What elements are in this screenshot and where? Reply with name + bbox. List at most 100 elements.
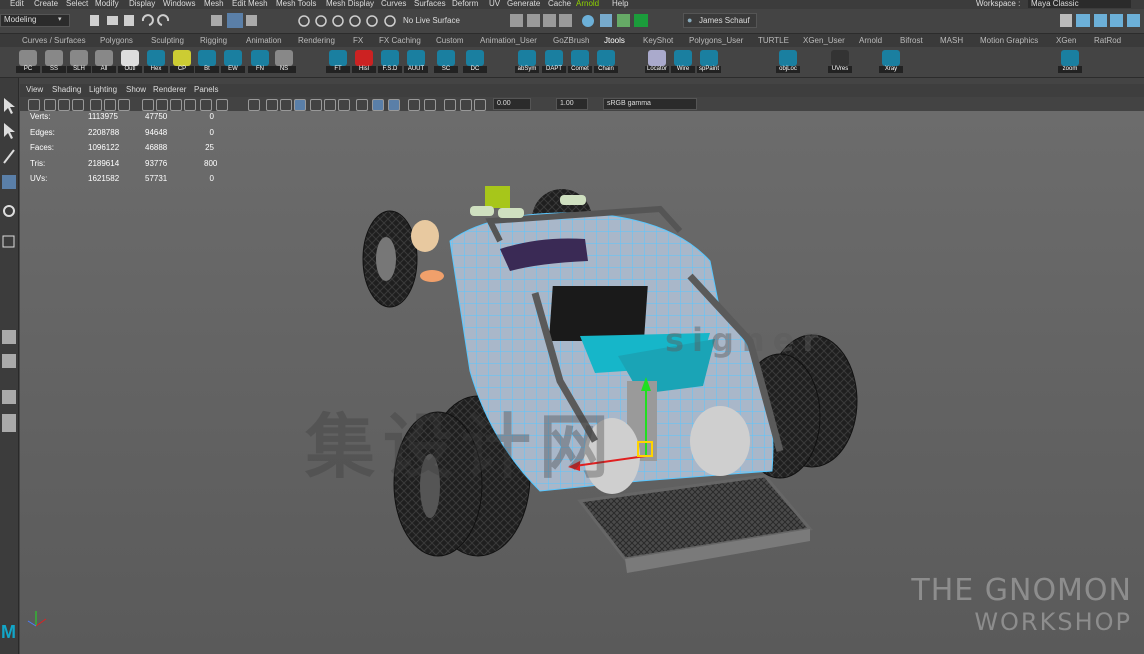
shelf-button-fn[interactable] [251, 50, 269, 66]
menu-display[interactable]: Display [129, 0, 155, 8]
viewport-toolbar-icon[interactable] [372, 99, 384, 111]
viewport-toolbar-icon[interactable] [156, 99, 168, 111]
shelf-button-bt[interactable] [198, 50, 216, 66]
viewport-toolbar-icon[interactable] [44, 99, 56, 111]
shelf-button-fsd[interactable] [381, 50, 399, 66]
shelf-button-wire[interactable] [674, 50, 692, 66]
panel-menu-shading[interactable]: Shading [52, 85, 81, 94]
viewport-toolbar-icon[interactable] [324, 99, 336, 111]
tab-xgen[interactable]: XGen [1056, 36, 1076, 45]
shelf-button-hex[interactable] [147, 50, 165, 66]
shelf-button-chain[interactable] [597, 50, 615, 66]
shelf-button-ew[interactable] [224, 50, 242, 66]
user-account-button[interactable]: ● James Schauf [683, 13, 757, 28]
tab-fx-caching[interactable]: FX Caching [379, 36, 421, 45]
tab-custom[interactable]: Custom [436, 36, 464, 45]
shelf-button-slh[interactable] [70, 50, 88, 66]
viewport-toolbar-icon[interactable] [408, 99, 420, 111]
shelf-button-ns[interactable] [275, 50, 293, 66]
viewport-toolbar-icon[interactable] [72, 99, 84, 111]
menu-surfaces[interactable]: Surfaces [414, 0, 446, 8]
shelf-button-ft[interactable] [329, 50, 347, 66]
workspace-dropdown[interactable]: Maya Classic [1028, 0, 1131, 8]
menu-windows[interactable]: Windows [163, 0, 195, 8]
tab-fx[interactable]: FX [353, 36, 363, 45]
tab-polygons[interactable]: Polygons [100, 36, 133, 45]
tab-mash[interactable]: MASH [940, 36, 963, 45]
viewport-toolbar-icon[interactable] [266, 99, 278, 111]
tab-animation[interactable]: Animation [246, 36, 282, 45]
shelf-button-pc[interactable] [19, 50, 37, 66]
menu-mesh-tools[interactable]: Mesh Tools [276, 0, 316, 8]
viewport-toolbar-icon[interactable] [200, 99, 212, 111]
viewport-toolbar-icon[interactable] [58, 99, 70, 111]
menu-cache[interactable]: Cache [548, 0, 571, 8]
panel-menu-panels[interactable]: Panels [194, 85, 218, 94]
viewport-toolbar-icon[interactable] [280, 99, 292, 111]
viewport-toolbar-icon[interactable] [474, 99, 486, 111]
menu-mesh[interactable]: Mesh [204, 0, 224, 8]
menu-edit-mesh[interactable]: Edit Mesh [232, 0, 268, 8]
menu-deform[interactable]: Deform [452, 0, 478, 8]
tab-polygons-user[interactable]: Polygons_User [689, 36, 743, 45]
shelf-button-uvres[interactable] [831, 50, 849, 66]
shelf-button-hisl[interactable] [355, 50, 373, 66]
shelf-button-locator[interactable] [648, 50, 666, 66]
shelf-button-sc[interactable] [437, 50, 455, 66]
viewport-toolbar-icon[interactable] [460, 99, 472, 111]
viewport-toolbar-icon[interactable] [444, 99, 456, 111]
shelf-button-sppaint[interactable] [700, 50, 718, 66]
viewport-toolbar-icon[interactable] [142, 99, 154, 111]
menu-select[interactable]: Select [66, 0, 88, 8]
menu-generate[interactable]: Generate [507, 0, 540, 8]
tab-rigging[interactable]: Rigging [200, 36, 227, 45]
shelf-button-objloc[interactable] [779, 50, 797, 66]
viewport-toolbar-icon[interactable] [216, 99, 228, 111]
tab-jtools[interactable]: Jtools [604, 36, 625, 45]
tab-rendering[interactable]: Rendering [298, 36, 335, 45]
viewport-toolbar-icon[interactable] [90, 99, 102, 111]
menu-uv[interactable]: UV [489, 0, 500, 8]
tab-turtle[interactable]: TURTLE [758, 36, 789, 45]
shelf-button-auut[interactable] [407, 50, 425, 66]
panel-menu-renderer[interactable]: Renderer [153, 85, 186, 94]
shelf-button-cp[interactable] [173, 50, 191, 66]
exposure-field[interactable]: 0.00 [493, 98, 531, 110]
viewport-toolbar-icon[interactable] [104, 99, 116, 111]
menu-modify[interactable]: Modify [95, 0, 119, 8]
shelf-button-all[interactable] [95, 50, 113, 66]
menu-arnold[interactable]: Arnold [576, 0, 599, 8]
tab-curves-surfaces[interactable]: Curves / Surfaces [22, 36, 86, 45]
menu-edit[interactable]: Edit [10, 0, 24, 8]
shelf-button-dc[interactable] [466, 50, 484, 66]
tab-bifrost[interactable]: Bifrost [900, 36, 923, 45]
shelf-button-xray[interactable] [882, 50, 900, 66]
shelf-button-zoom[interactable] [1061, 50, 1079, 66]
tab-xgen-user[interactable]: XGen_User [803, 36, 845, 45]
viewport-toolbar-icon[interactable] [28, 99, 40, 111]
viewport-toolbar-icon[interactable] [338, 99, 350, 111]
viewport-toolbar-icon[interactable] [424, 99, 436, 111]
viewport-toolbar-icon[interactable] [294, 99, 306, 111]
tab-animation-user[interactable]: Animation_User [480, 36, 537, 45]
tab-ratrod[interactable]: RatRod [1094, 36, 1121, 45]
viewport-toolbar-icon[interactable] [310, 99, 322, 111]
shelf-button-ss[interactable] [45, 50, 63, 66]
menu-curves[interactable]: Curves [381, 0, 406, 8]
viewport-toolbar-icon[interactable] [356, 99, 368, 111]
shelf-button-absym[interactable] [518, 50, 536, 66]
tab-arnold[interactable]: Arnold [859, 36, 882, 45]
viewport-toolbar-icon[interactable] [170, 99, 182, 111]
viewport-toolbar-icon[interactable] [118, 99, 130, 111]
tab-keyshot[interactable]: KeyShot [643, 36, 673, 45]
panel-menu-lighting[interactable]: Lighting [89, 85, 117, 94]
viewport[interactable]: 集设计网 signer THE GNOMON WORKSHOP [20, 111, 1144, 654]
menu-create[interactable]: Create [34, 0, 58, 8]
shelf-button-dapt[interactable] [545, 50, 563, 66]
menu-help[interactable]: Help [612, 0, 628, 8]
viewport-toolbar-icon[interactable] [388, 99, 400, 111]
color-space-dropdown[interactable]: sRGB gamma [603, 98, 697, 110]
shelf-button-outl[interactable] [121, 50, 139, 66]
gamma-field[interactable]: 1.00 [556, 98, 588, 110]
tab-gozbrush[interactable]: GoZBrush [553, 36, 589, 45]
